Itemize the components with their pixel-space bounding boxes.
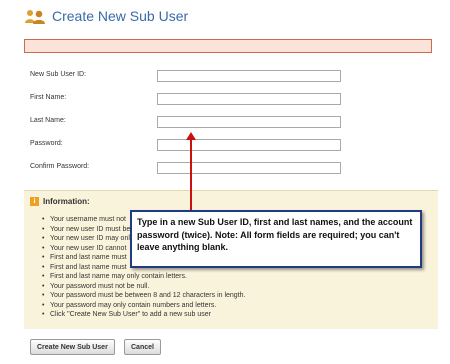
- password-label: Password:: [30, 140, 63, 147]
- list-item: Your password must not be null.: [42, 282, 245, 292]
- create-sub-user-button[interactable]: Create New Sub User: [30, 339, 115, 355]
- list-item: Your password must be between 8 and 12 c…: [42, 291, 245, 301]
- first-name-label: First Name:: [30, 94, 67, 101]
- form-row-sub-user-id: New Sub User ID:: [30, 70, 350, 82]
- users-icon: [24, 8, 46, 24]
- form-row-last-name: Last Name:: [30, 116, 350, 128]
- callout-text: Type in a new Sub User ID, first and las…: [137, 217, 413, 252]
- page-title: Create New Sub User: [52, 8, 189, 24]
- list-item: Click "Create New Sub User" to add a new…: [42, 310, 245, 320]
- sub-user-id-label: New Sub User ID:: [30, 71, 87, 78]
- information-title: Information:: [43, 197, 90, 206]
- password-input[interactable]: [157, 139, 341, 151]
- page-header: Create New Sub User: [24, 6, 188, 26]
- information-heading: i Information:: [30, 197, 90, 206]
- list-item: Your password may only contain numbers a…: [42, 301, 245, 311]
- instruction-callout: Type in a new Sub User ID, first and las…: [130, 210, 422, 268]
- confirm-password-input[interactable]: [157, 162, 341, 174]
- callout-arrow-head: [186, 132, 196, 140]
- callout-arrow-line: [190, 139, 192, 210]
- list-item: First and last name may only contain let…: [42, 272, 245, 282]
- first-name-input[interactable]: [157, 93, 341, 105]
- cancel-button[interactable]: Cancel: [124, 339, 161, 355]
- sub-user-id-input[interactable]: [157, 70, 341, 82]
- error-message-bar: [24, 39, 432, 53]
- last-name-label: Last Name:: [30, 117, 66, 124]
- confirm-password-label: Confirm Password:: [30, 163, 90, 170]
- info-icon: i: [30, 197, 39, 206]
- form-row-first-name: First Name:: [30, 93, 350, 105]
- last-name-input[interactable]: [157, 116, 341, 128]
